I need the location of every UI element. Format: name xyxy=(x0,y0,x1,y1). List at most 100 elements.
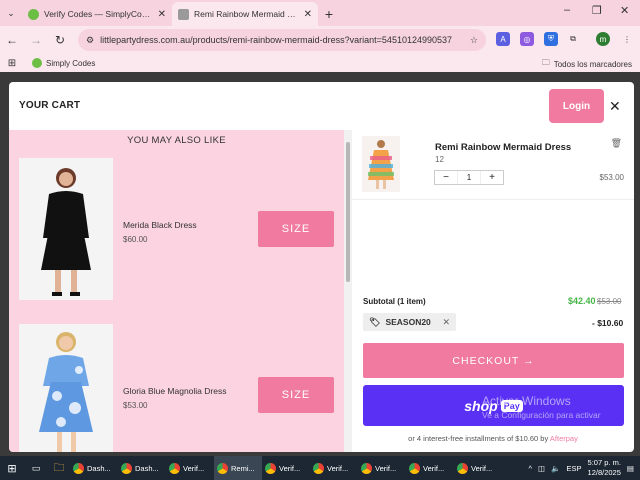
volume-icon[interactable]: 🔈 xyxy=(551,464,560,473)
discount-amount: - $10.60 xyxy=(592,318,624,328)
subtotal-original: $53.00 xyxy=(597,297,622,306)
notifications-icon[interactable]: ▤ xyxy=(627,464,634,473)
back-icon[interactable]: ← xyxy=(0,33,24,47)
reload-icon[interactable]: ↻ xyxy=(48,33,72,47)
file-explorer-icon[interactable]: 🗀 xyxy=(48,459,70,478)
taskbar-item-label: Dash... xyxy=(87,463,111,473)
bookmark-label: Simply Codes xyxy=(46,58,96,68)
decrease-quantity-button[interactable]: − xyxy=(435,171,457,184)
apps-grid-icon[interactable]: ⊞ xyxy=(0,58,24,69)
taskbar-chrome-window[interactable]: Verif... xyxy=(406,456,454,480)
product-image[interactable] xyxy=(19,158,113,300)
taskbar-chrome-window[interactable]: Dash... xyxy=(118,456,166,480)
windows-start-icon[interactable]: ⊞ xyxy=(0,462,24,475)
profile-avatar[interactable]: m xyxy=(596,32,610,46)
translate-extension-icon[interactable]: A xyxy=(496,32,510,46)
tab-title: Remi Rainbow Mermaid Dress | Li xyxy=(194,9,299,19)
chrome-icon xyxy=(409,462,420,474)
close-tab-icon[interactable]: ✕ xyxy=(158,9,166,20)
subtotal-discounted: $42.40 xyxy=(568,296,596,306)
chrome-icon xyxy=(457,462,468,474)
cart-line-item: Remi Rainbow Mermaid Dress 12 − 1 + $53.… xyxy=(352,130,634,200)
chrome-icon xyxy=(73,462,84,474)
taskbar-chrome-window[interactable]: Verif... xyxy=(454,456,502,480)
watermark-title: Activar Windows xyxy=(482,394,571,408)
close-tab-icon[interactable]: ✕ xyxy=(304,9,312,20)
url-text[interactable]: littlepartydress.com.au/products/remi-ra… xyxy=(100,35,464,45)
extensions-puzzle-icon[interactable]: ⧉ xyxy=(566,32,580,46)
simplycodes-favicon-icon xyxy=(32,58,42,68)
close-cart-icon[interactable]: ✕ xyxy=(609,98,621,115)
line-item-image[interactable] xyxy=(362,136,400,192)
language-indicator[interactable]: ESP xyxy=(567,464,582,473)
forward-icon[interactable]: → xyxy=(24,33,48,47)
clock[interactable]: 5:07 p. m. 12/8/2025 xyxy=(588,458,621,478)
line-item-name[interactable]: Remi Rainbow Mermaid Dress xyxy=(435,142,571,153)
product-image[interactable] xyxy=(19,324,113,452)
all-bookmarks-label: Todos los marcadores xyxy=(553,59,632,69)
chrome-icon xyxy=(217,462,228,474)
line-item-price: $53.00 xyxy=(599,173,624,182)
all-bookmarks[interactable]: 🗀 Todos los marcadores xyxy=(542,57,632,71)
watermark-subtitle: Ve a Configuración para activar xyxy=(482,410,601,420)
taskbar-item-label: Dash... xyxy=(135,463,159,473)
chrome-icon xyxy=(361,462,372,474)
taskbar-chrome-window[interactable]: Verif... xyxy=(262,456,310,480)
size-button[interactable]: SIZE xyxy=(258,377,334,413)
increase-quantity-button[interactable]: + xyxy=(481,171,503,184)
menu-dots-icon[interactable]: ⋮ xyxy=(620,32,634,46)
taskbar-item-label: Verif... xyxy=(375,463,397,473)
taskbar-chrome-window[interactable]: Verif... xyxy=(310,456,358,480)
size-button[interactable]: SIZE xyxy=(258,211,334,247)
taskbar-item-label: Verif... xyxy=(423,463,445,473)
coupon-chip: 🏷 SEASON20 ✕ xyxy=(363,313,456,331)
tab-title: Verify Codes — SimplyCodes xyxy=(44,9,153,19)
quantity-stepper: − 1 + xyxy=(434,170,504,185)
taskbar-chrome-window[interactable]: Verif... xyxy=(358,456,406,480)
extension-icon[interactable]: ◎ xyxy=(520,32,534,46)
taskbar-chrome-window[interactable]: Dash... xyxy=(70,456,118,480)
upsell-title: YOU MAY ALSO LIKE xyxy=(127,135,226,146)
chrome-icon xyxy=(121,462,132,474)
folder-icon: 🗀 xyxy=(541,58,550,67)
bookmarks-bar: ⊞ Simply Codes 🗀 Todos los marcadores xyxy=(0,54,640,72)
tab-simplycodes[interactable]: Verify Codes — SimplyCodes ✕ xyxy=(22,2,172,26)
remove-item-trash-icon[interactable]: 🗑 xyxy=(611,138,622,149)
shield-extension-icon[interactable]: ⛨ xyxy=(544,32,558,46)
product-name[interactable]: Merida Black Dress xyxy=(123,220,197,230)
scrollbar-thumb[interactable] xyxy=(346,142,350,282)
address-bar[interactable]: ⚙ littlepartydress.com.au/products/remi-… xyxy=(78,29,486,51)
taskbar-chrome-window[interactable]: Verif... xyxy=(166,456,214,480)
checkout-button[interactable]: CHECKOUT → xyxy=(363,343,624,378)
windows-taskbar: ⊞ ▭ 🗀 Dash... Dash... Verif... Remi... V… xyxy=(0,456,640,480)
tab-remi-dress[interactable]: Remi Rainbow Mermaid Dress | Li ✕ xyxy=(172,2,318,26)
chrome-icon xyxy=(169,462,180,474)
quantity-value[interactable]: 1 xyxy=(457,171,481,184)
bookmark-star-icon[interactable]: ☆ xyxy=(470,35,478,46)
system-tray: ^ ◫ 🔈 ESP 5:07 p. m. 12/8/2025 ▤ xyxy=(529,456,640,480)
bookmark-simply-codes[interactable]: Simply Codes xyxy=(32,58,95,68)
upsell-panel: YOU MAY ALSO LIKE Merida Black Dress $60… xyxy=(9,130,352,452)
site-info-icon[interactable]: ⚙ xyxy=(86,35,94,46)
simplycodes-favicon-icon xyxy=(28,8,39,20)
tray-chevron-up-icon[interactable]: ^ xyxy=(529,464,533,473)
clock-time: 5:07 p. m. xyxy=(587,458,621,467)
restore-icon[interactable]: ❐ xyxy=(592,4,602,17)
product-name[interactable]: Gloria Blue Magnolia Dress xyxy=(123,386,226,396)
task-view-icon[interactable]: ▭ xyxy=(24,463,48,474)
remove-coupon-icon[interactable]: ✕ xyxy=(442,317,450,328)
subtotal-label: Subtotal (1 item) xyxy=(363,297,426,306)
taskbar-chrome-window-active[interactable]: Remi... xyxy=(214,456,262,480)
login-button[interactable]: Login xyxy=(549,89,604,123)
minimize-icon[interactable]: – xyxy=(564,4,570,16)
tab-search-icon[interactable]: ⌄ xyxy=(0,2,22,24)
network-icon[interactable]: ◫ xyxy=(538,464,545,473)
taskbar-item-label: Remi... xyxy=(231,463,255,473)
clock-date: 12/8/2025 xyxy=(587,468,621,477)
upsell-scrollbar[interactable] xyxy=(344,130,352,452)
chrome-icon xyxy=(313,462,324,474)
cart-header: YOUR CART Login ✕ xyxy=(9,82,634,130)
tab-strip: ⌄ Verify Codes — SimplyCodes ✕ Remi Rain… xyxy=(0,0,640,26)
new-tab-button[interactable]: + xyxy=(318,2,340,26)
close-window-icon[interactable]: ✕ xyxy=(620,4,629,17)
